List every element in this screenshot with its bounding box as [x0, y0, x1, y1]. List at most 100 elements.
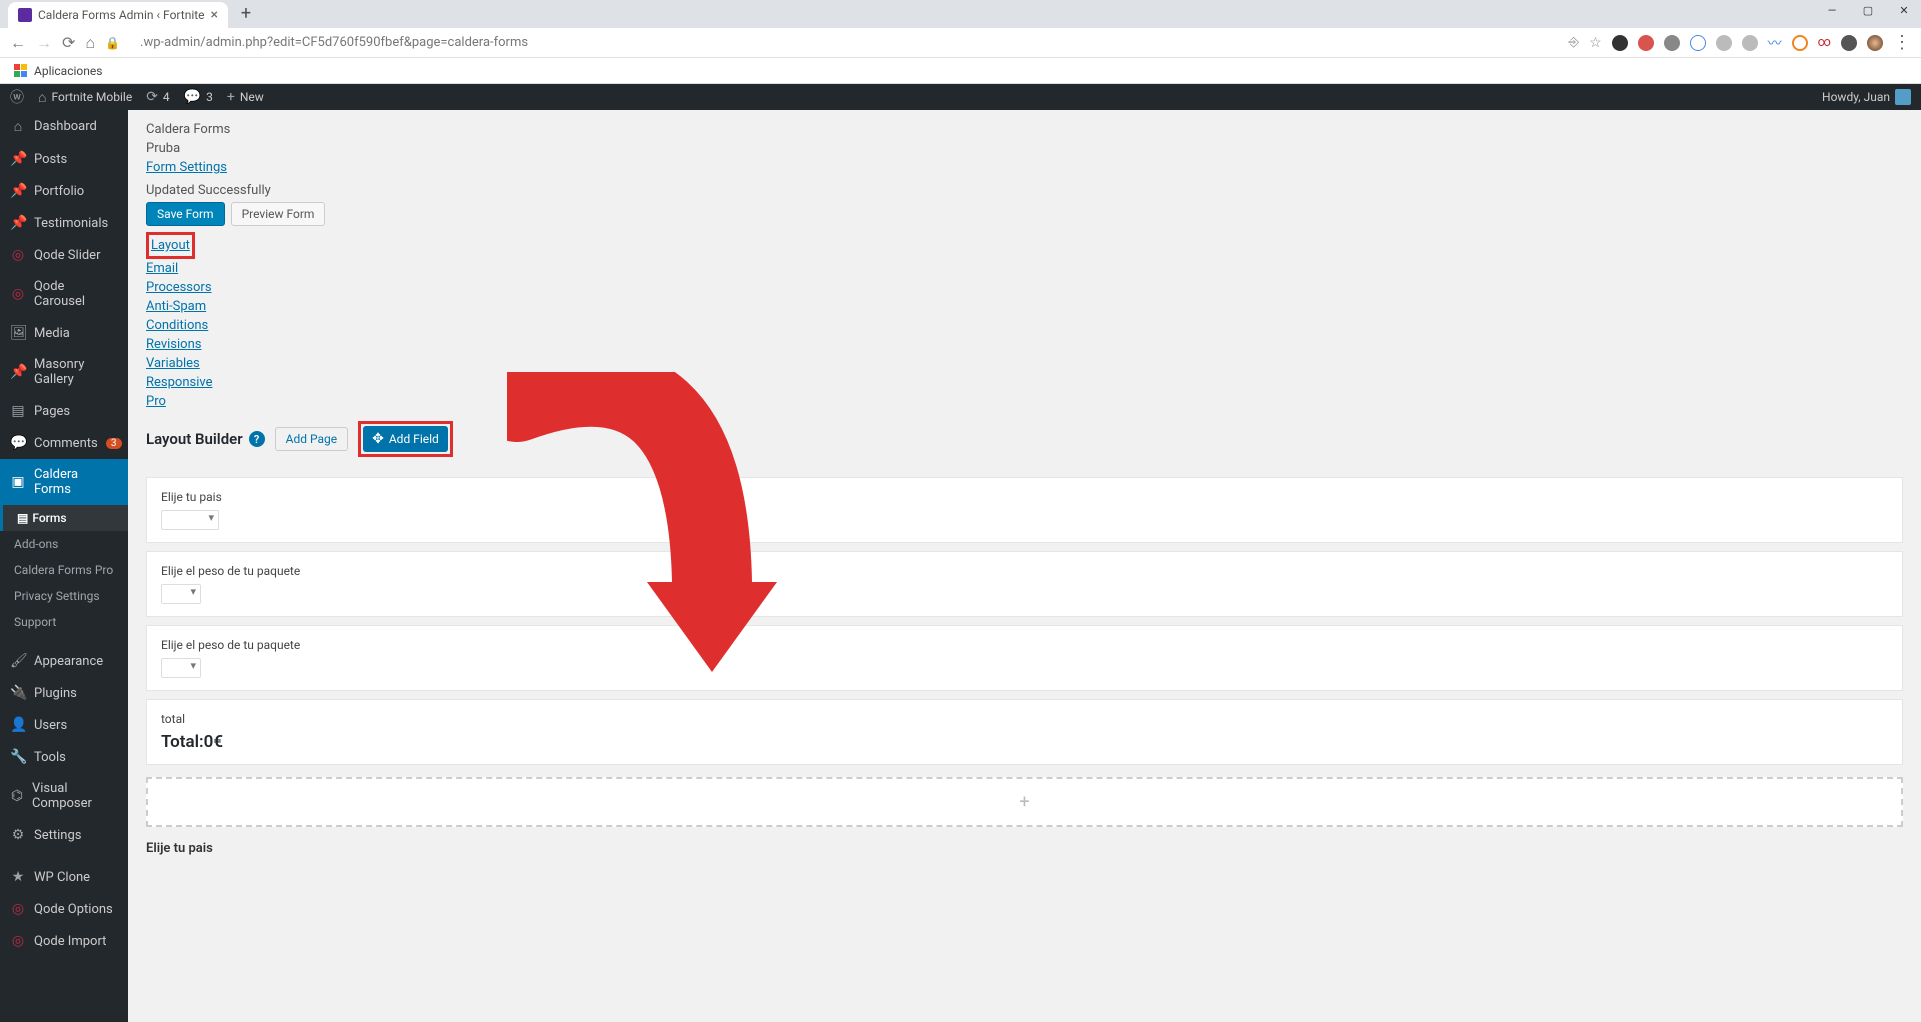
- form-settings-link[interactable]: Form Settings: [146, 160, 227, 175]
- drop-area[interactable]: [146, 777, 1903, 827]
- site-name[interactable]: ⌂Fortnite Mobile: [38, 89, 132, 106]
- ext-icon[interactable]: [1690, 35, 1706, 51]
- form-field-block[interactable]: Elije tu pais ▾: [146, 477, 1903, 543]
- sidebar-item-media[interactable]: 🖼Media: [0, 317, 128, 349]
- ext-icon[interactable]: [1841, 35, 1857, 51]
- sidebar-item-pages[interactable]: ▤Pages: [0, 395, 128, 427]
- menu-icon: 📌: [10, 364, 26, 380]
- field-select[interactable]: ▾: [161, 584, 201, 604]
- updates-count[interactable]: ⟳4: [146, 89, 169, 105]
- profile-avatar[interactable]: [1867, 35, 1883, 51]
- field-label: Elije el peso de tu paquete: [161, 564, 1888, 578]
- home-button[interactable]: ⌂: [85, 33, 95, 53]
- translate-icon[interactable]: ⎆: [1569, 35, 1579, 50]
- sidebar-item-settings[interactable]: ⚙Settings: [0, 819, 128, 851]
- new-content[interactable]: +New: [227, 89, 264, 105]
- tab-revisions[interactable]: Revisions: [146, 337, 201, 352]
- sidebar-item-qode-slider[interactable]: ◎Qode Slider: [0, 239, 128, 271]
- sidebar-subitem-privacy-settings[interactable]: Privacy Settings: [0, 583, 128, 609]
- sidebar-subitem-caldera-forms-pro[interactable]: Caldera Forms Pro: [0, 557, 128, 583]
- field-select[interactable]: ▾: [161, 658, 201, 678]
- ext-icon[interactable]: [1664, 35, 1680, 51]
- reload-button[interactable]: ⟳: [62, 33, 75, 52]
- sidebar-subitem-forms[interactable]: ▤Forms: [0, 505, 128, 531]
- comments-count[interactable]: 💬3: [184, 89, 213, 105]
- wp-logo[interactable]: ⓦ: [10, 87, 24, 107]
- ext-icon[interactable]: [1638, 35, 1654, 51]
- tab-layout[interactable]: Layout: [151, 238, 190, 253]
- help-icon[interactable]: ?: [249, 431, 265, 447]
- howdy-user[interactable]: Howdy, Juan: [1822, 89, 1911, 105]
- sidebar-subitem-support[interactable]: Support: [0, 609, 128, 635]
- ext-icon[interactable]: [1792, 35, 1808, 51]
- sidebar-item-appearance[interactable]: 🖌Appearance: [0, 645, 128, 677]
- sidebar-item-plugins[interactable]: 🔌Plugins: [0, 677, 128, 709]
- tab-responsive[interactable]: Responsive: [146, 375, 213, 390]
- form-field-block[interactable]: Elije el peso de tu paquete ▾: [146, 551, 1903, 617]
- sidebar-item-visual-composer[interactable]: ⌬Visual Composer: [0, 773, 128, 819]
- ext-icon[interactable]: ∞: [1818, 35, 1831, 50]
- tab-processors[interactable]: Processors: [146, 280, 212, 295]
- apps-icon[interactable]: [14, 64, 28, 78]
- field-select[interactable]: ▾: [161, 510, 219, 530]
- sidebar-item-users[interactable]: 👤Users: [0, 709, 128, 741]
- save-button[interactable]: Save Form: [146, 202, 225, 226]
- menu-icon[interactable]: ⋮: [1893, 32, 1911, 53]
- browser-tab[interactable]: Caldera Forms Admin ‹ Fortnite ×: [8, 2, 228, 28]
- address-bar[interactable]: .wp-admin/admin.php?edit=CF5d760f590fbef…: [140, 35, 1559, 50]
- total-display: Total:0€: [161, 732, 1888, 752]
- add-field-button[interactable]: ✥ Add Field: [363, 426, 448, 452]
- main-content: Caldera Forms Pruba Form Settings Update…: [128, 110, 1921, 1022]
- tab-email[interactable]: Email: [146, 261, 178, 276]
- sidebar-item-qode-carousel[interactable]: ◎Qode Carousel: [0, 271, 128, 317]
- tab-variables[interactable]: Variables: [146, 356, 200, 371]
- close-button[interactable]: ✕: [1893, 4, 1915, 17]
- sidebar-item-posts[interactable]: 📌Posts: [0, 143, 128, 175]
- menu-icon: 🔌: [10, 685, 26, 701]
- maximize-button[interactable]: ▢: [1857, 4, 1879, 17]
- sidebar-item-qode-options[interactable]: ◎Qode Options: [0, 893, 128, 925]
- tab-pro[interactable]: Pro: [146, 394, 166, 409]
- favicon-icon: [18, 8, 32, 22]
- sidebar-item-comments[interactable]: 💬Comments3: [0, 427, 128, 459]
- badge: 3: [106, 438, 122, 449]
- sidebar-item-masonry-gallery[interactable]: 📌Masonry Gallery: [0, 349, 128, 395]
- avatar: [1895, 89, 1911, 105]
- add-page-button[interactable]: Add Page: [275, 427, 348, 451]
- close-icon[interactable]: ×: [211, 7, 218, 23]
- menu-icon: ◎: [10, 286, 26, 302]
- bookmarks-label[interactable]: Aplicaciones: [34, 64, 102, 78]
- sidebar-item-dashboard[interactable]: ⌂Dashboard: [0, 110, 128, 143]
- ext-icon[interactable]: 〰: [1768, 33, 1782, 53]
- tab-title: Caldera Forms Admin ‹ Fortnite: [38, 8, 205, 22]
- menu-icon: 🔧: [10, 749, 26, 765]
- back-button[interactable]: ←: [10, 33, 26, 53]
- menu-icon: ▣: [10, 474, 26, 490]
- total-field-block[interactable]: total Total:0€: [146, 699, 1903, 765]
- sidebar-item-caldera-forms[interactable]: ▣Caldera Forms: [0, 459, 128, 505]
- plugin-title: Caldera Forms: [146, 122, 1903, 137]
- field-label: total: [161, 712, 1888, 726]
- ext-icon[interactable]: [1716, 35, 1732, 51]
- preview-button[interactable]: Preview Form: [231, 202, 326, 226]
- forward-button[interactable]: →: [36, 33, 52, 53]
- tab-conditions[interactable]: Conditions: [146, 318, 208, 333]
- sidebar-item-qode-import[interactable]: ◎Qode Import: [0, 925, 128, 957]
- sidebar-item-wp-clone[interactable]: ★WP Clone: [0, 861, 128, 893]
- menu-icon: ⌂: [10, 118, 26, 135]
- ext-icon[interactable]: [1742, 35, 1758, 51]
- menu-icon: ◎: [10, 247, 26, 263]
- ext-icon[interactable]: [1612, 35, 1628, 51]
- sidebar-item-portfolio[interactable]: 📌Portfolio: [0, 175, 128, 207]
- tab-anti-spam[interactable]: Anti-Spam: [146, 299, 206, 314]
- menu-icon: 📌: [10, 151, 26, 167]
- sidebar-item-testimonials[interactable]: 📌Testimonials: [0, 207, 128, 239]
- form-field-block[interactable]: Elije el peso de tu paquete▾: [146, 625, 1903, 691]
- bookmark-star-icon[interactable]: ☆: [1589, 35, 1602, 51]
- field-label: Elije tu pais: [161, 490, 1888, 504]
- update-message: Updated Successfully: [146, 183, 1903, 198]
- sidebar-subitem-add-ons[interactable]: Add-ons: [0, 531, 128, 557]
- new-tab-button[interactable]: +: [236, 5, 256, 25]
- minimize-button[interactable]: —: [1821, 4, 1843, 17]
- sidebar-item-tools[interactable]: 🔧Tools: [0, 741, 128, 773]
